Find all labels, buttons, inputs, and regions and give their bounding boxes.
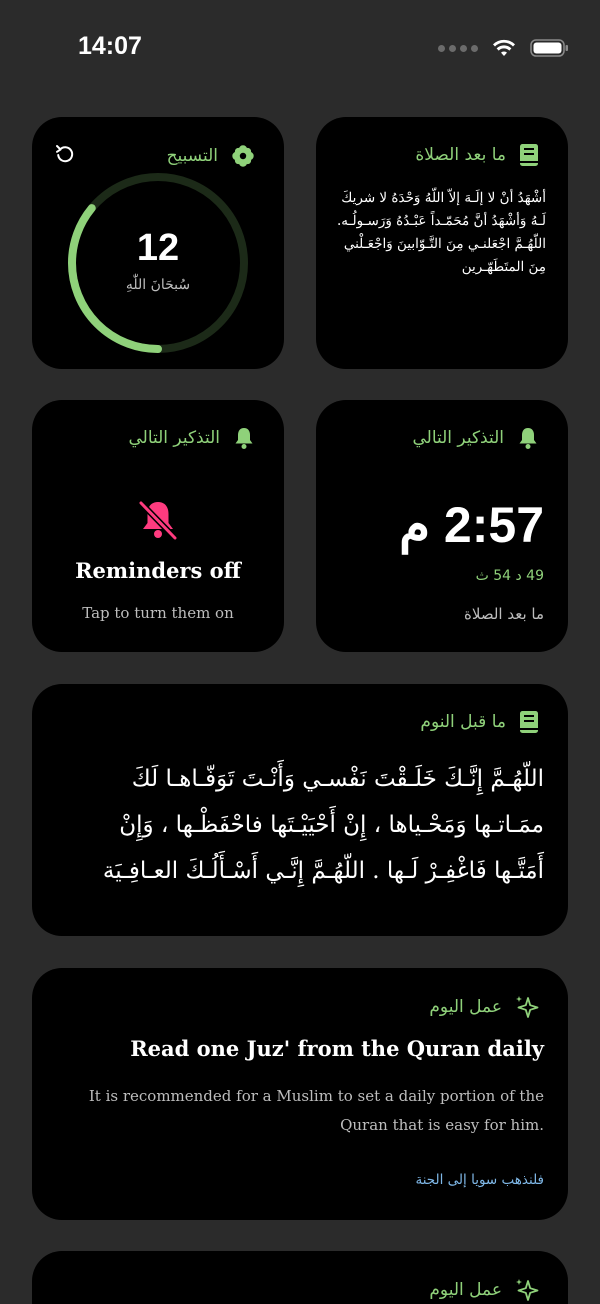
reminders-off-card[interactable]: التذكير التالي Reminders off Tap to turn… (32, 400, 284, 652)
status-time: 14:07 (78, 32, 142, 60)
deed-header: عمل اليوم (429, 994, 540, 1020)
next-reminder-time: 2:57 م (399, 497, 544, 553)
bell-off-icon (138, 500, 178, 541)
sparkle-icon (516, 1279, 539, 1301)
tasbih-dhikr: سُبحَانَ اللّٰهِ (125, 277, 191, 293)
next-reminder-remaining: 49 د 54 ث (475, 568, 544, 584)
reminders-off-header: التذكير التالي (128, 426, 256, 450)
screen: 14:07 التسبيح 12 سُبحَانَ اللّٰهِ ما بعد… (0, 0, 600, 1304)
deed-header-2: عمل اليوم (429, 1277, 540, 1303)
status-icons (438, 38, 570, 58)
sparkle-icon (516, 996, 539, 1018)
battery-icon (530, 39, 568, 57)
next-reminder-title: التذكير التالي (412, 428, 504, 448)
after-prayer-card[interactable]: ما بعد الصلاة أشْهَدُ أنْ لا إلَـهَ إلاّ… (316, 117, 568, 369)
deed-heading: Read one Juz' from the Quran daily (130, 1036, 544, 1061)
before-sleep-header: ما قبل النوم (420, 710, 540, 734)
reminders-off-hint: Tap to turn them on (82, 604, 234, 622)
before-sleep-text: اللّهُـمَّ إِنَّـكَ خَلَـقْتَ نَفْسـي وَ… (102, 766, 544, 884)
before-sleep-title: ما قبل النوم (420, 712, 506, 732)
tasbih-title: التسبيح (166, 146, 218, 166)
deed-of-day-card[interactable]: عمل اليوم Read one Juz' from the Quran d… (32, 968, 568, 1220)
next-reminder-label: ما بعد الصلاة (464, 605, 544, 623)
next-reminder-card[interactable]: التذكير التالي 2:57 م 49 د 54 ث ما بعد ا… (316, 400, 568, 652)
flower-icon (232, 145, 254, 167)
deed-title: عمل اليوم (429, 997, 502, 1017)
bell-off-wrapper (32, 498, 284, 542)
tasbih-count: 12 (136, 227, 180, 269)
after-prayer-title: ما بعد الصلاة (415, 145, 506, 165)
after-prayer-header: ما بعد الصلاة (415, 143, 540, 167)
book-icon (520, 711, 538, 733)
deed-of-day-card-2[interactable]: عمل اليوم (32, 1251, 568, 1304)
reset-icon[interactable] (54, 143, 76, 165)
book-icon (520, 144, 538, 166)
tasbih-card[interactable]: التسبيح 12 سُبحَانَ اللّٰهِ (32, 117, 284, 369)
bell-icon (519, 428, 537, 449)
reminders-off-title: التذكير التالي (128, 428, 220, 448)
reminders-off-status: Reminders off (75, 558, 241, 583)
deed-title-2: عمل اليوم (429, 1280, 502, 1300)
bell-icon (235, 428, 253, 449)
status-bar: 14:07 (0, 0, 600, 100)
tasbih-header: التسبيح (167, 143, 256, 169)
deed-link[interactable]: فلنذهب سويا إلى الجنة (416, 1172, 545, 1188)
next-reminder-header: التذكير التالي (412, 426, 540, 450)
after-prayer-text: أشْهَدُ أنْ لا إلَـهَ إلاّ اللّهُ وَحْدَ… (337, 190, 546, 275)
deed-description: It is recommended for a Muslim to set a … (88, 1087, 544, 1134)
signal-dots-icon (438, 44, 478, 52)
wifi-icon (493, 39, 515, 56)
before-sleep-card[interactable]: ما قبل النوم اللّهُـمَّ إِنَّـكَ خَلَـقْ… (32, 684, 568, 936)
